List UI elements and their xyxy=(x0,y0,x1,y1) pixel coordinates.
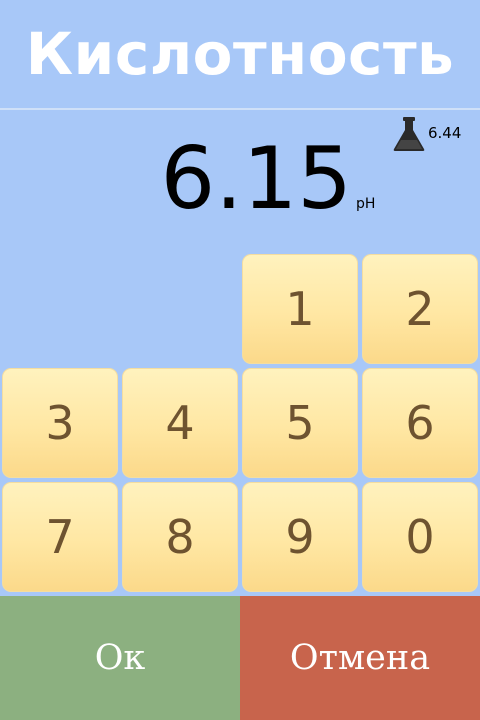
key-5[interactable]: 5 xyxy=(242,368,358,478)
flask-icon xyxy=(393,117,425,151)
ok-button[interactable]: Ок xyxy=(0,596,240,720)
cancel-button[interactable]: Отмена xyxy=(240,596,480,720)
key-2[interactable]: 2 xyxy=(362,254,478,364)
key-1[interactable]: 1 xyxy=(242,254,358,364)
key-6[interactable]: 6 xyxy=(362,368,478,478)
title-divider xyxy=(0,108,480,110)
key-0[interactable]: 0 xyxy=(362,482,478,592)
key-3[interactable]: 3 xyxy=(2,368,118,478)
ph-unit: pH xyxy=(356,196,376,212)
key-9[interactable]: 9 xyxy=(242,482,358,592)
key-4[interactable]: 4 xyxy=(122,368,238,478)
reference-value: 6.44 xyxy=(428,124,462,142)
key-7[interactable]: 7 xyxy=(2,482,118,592)
ph-reading: 6.15 xyxy=(160,129,352,229)
key-8[interactable]: 8 xyxy=(122,482,238,592)
screen-title: Кислотность xyxy=(25,20,455,88)
